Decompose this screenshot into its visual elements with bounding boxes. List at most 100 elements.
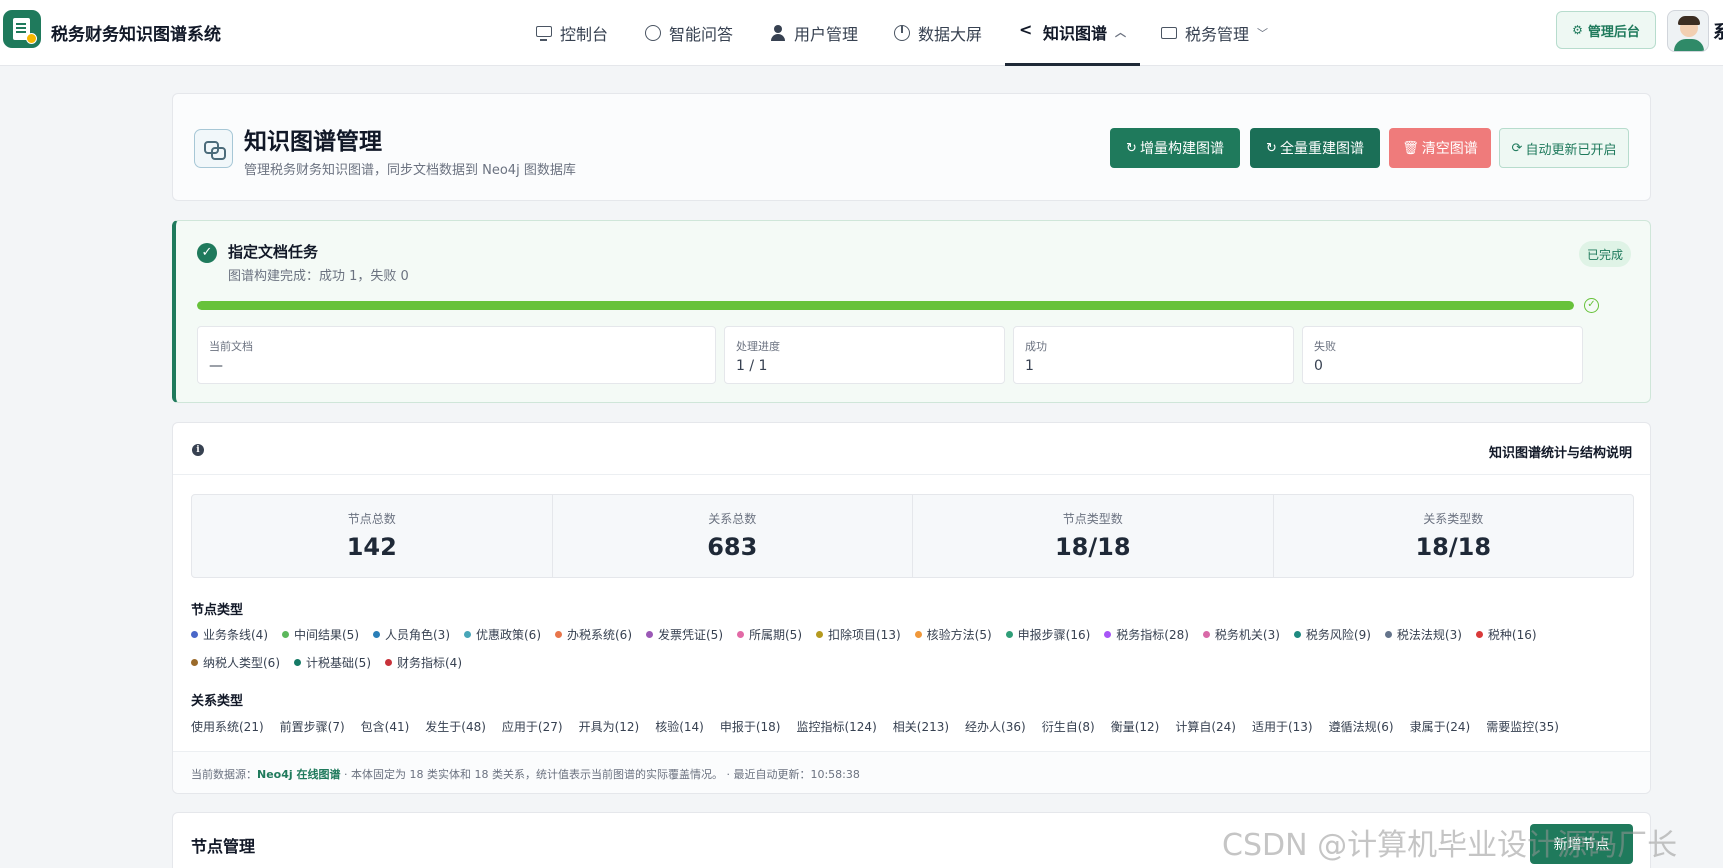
nav-item-label: 税务管理 bbox=[1185, 25, 1250, 44]
node-type-tag[interactable]: 中间结果(5) bbox=[282, 626, 359, 643]
node-type-tag[interactable]: 业务条线(4) bbox=[191, 626, 268, 643]
node-type-label: 纳税人类型(6) bbox=[203, 656, 280, 670]
data-source-name: Neo4j 在线图谱 bbox=[257, 768, 341, 781]
admin-console-button[interactable]: ⚙ 管理后台 bbox=[1556, 11, 1656, 49]
node-type-tag[interactable]: 所属期(5) bbox=[737, 626, 802, 643]
relation-type-tag[interactable]: 隶属于(24) bbox=[1410, 718, 1471, 735]
app-logo-icon[interactable] bbox=[3, 10, 41, 48]
watermark: CSDN @计算机毕业设计源码厂长 bbox=[1222, 828, 1678, 863]
nav-item-users[interactable]: 用户管理 bbox=[770, 0, 858, 66]
relation-type-tag[interactable]: 遵循法规(6) bbox=[1329, 718, 1394, 735]
relation-type-tag[interactable]: 开具为(12) bbox=[579, 718, 640, 735]
progress-bar-fill bbox=[197, 301, 1574, 310]
relation-type-tag[interactable]: 应用于(27) bbox=[502, 718, 563, 735]
nav-item-tax-management[interactable]: 税务管理 ﹀ bbox=[1161, 0, 1268, 66]
stats-title: 知识图谱统计与结构说明 bbox=[1488, 446, 1632, 461]
kpi-label: 关系总数 bbox=[708, 512, 757, 526]
monitor-icon bbox=[536, 25, 552, 41]
node-type-label: 扣除项目(13) bbox=[828, 628, 901, 642]
full-rebuild-label: 全量重建图谱 bbox=[1279, 141, 1364, 157]
legend-dot-icon bbox=[1293, 631, 1301, 638]
stat-label: 成功 bbox=[1025, 340, 1047, 353]
relation-type-tag[interactable]: 相关(213) bbox=[893, 718, 949, 735]
task-title: 指定文档任务 bbox=[228, 243, 319, 261]
admin-console-label: 管理后台 bbox=[1587, 24, 1640, 40]
node-type-tag[interactable]: 税务指标(28) bbox=[1104, 626, 1189, 643]
relation-type-tag[interactable]: 监控指标(124) bbox=[796, 718, 876, 735]
kpi-row: 节点总数 142 关系总数 683 节点类型数 18/18 关系类型数 18/1… bbox=[191, 494, 1634, 578]
share-icon bbox=[1019, 20, 1035, 40]
node-type-label: 办税系统(6) bbox=[567, 628, 632, 642]
node-type-tag[interactable]: 申报步骤(16) bbox=[1005, 626, 1091, 643]
user-name[interactable]: 系 bbox=[1713, 18, 1723, 44]
node-type-label: 核验方法(5) bbox=[926, 628, 992, 642]
progress-bar bbox=[197, 301, 1574, 310]
auto-update-toggle[interactable]: ⟳ 自动更新已开启 bbox=[1499, 128, 1629, 168]
relation-type-tag[interactable]: 申报于(18) bbox=[720, 718, 781, 735]
nav-item-bigscreen[interactable]: 数据大屏 bbox=[894, 0, 982, 66]
refresh-icon: ↻ bbox=[1266, 140, 1277, 156]
legend-dot-icon bbox=[1202, 631, 1210, 638]
relation-type-tag[interactable]: 前置步骤(7) bbox=[280, 718, 345, 735]
nav-item-dashboard[interactable]: 控制台 bbox=[536, 0, 608, 66]
relation-type-tag[interactable]: 经办人(36) bbox=[965, 718, 1026, 735]
relation-type-tag[interactable]: 包含(41) bbox=[361, 718, 410, 735]
node-type-tag[interactable]: 办税系统(6) bbox=[555, 626, 632, 643]
node-type-label: 税法法规(3) bbox=[1396, 628, 1462, 642]
data-source-note: 当前数据源：Neo4j 在线图谱 · 本体固定为 18 类实体和 18 类关系，… bbox=[191, 766, 860, 782]
chevron-down-icon: ﹀ bbox=[1257, 27, 1269, 40]
kpi-label: 节点类型数 bbox=[1062, 512, 1123, 526]
legend-dot-icon bbox=[191, 631, 198, 638]
relation-type-list: 使用系统(21) 前置步骤(7) 包含(41) 发生于(48) 应用于(27) 开具为(1… bbox=[191, 718, 1631, 735]
relation-type-tag[interactable]: 需要监控(35) bbox=[1486, 718, 1559, 735]
node-type-tag[interactable]: 税法法规(3) bbox=[1384, 626, 1462, 643]
stat-label: 当前文档 bbox=[209, 340, 253, 353]
relation-type-tag[interactable]: 计算自(24) bbox=[1175, 718, 1236, 735]
node-type-tag[interactable]: 税务风险(9) bbox=[1293, 626, 1371, 643]
kpi-relation-total: 关系总数 683 bbox=[553, 495, 913, 577]
gear-icon: ⚙ bbox=[1572, 23, 1583, 37]
relation-type-tag[interactable]: 使用系统(21) bbox=[191, 718, 264, 735]
node-type-list: 业务条线(4) 中间结果(5) 人员角色(3) 优惠政策(6) 办税系统(6) 发票凭证(… bbox=[191, 626, 1631, 671]
relation-type-tag[interactable]: 适用于(13) bbox=[1252, 718, 1313, 735]
node-type-label: 发票凭证(5) bbox=[658, 628, 723, 642]
auto-update-label: 自动更新已开启 bbox=[1525, 142, 1617, 158]
avatar[interactable] bbox=[1667, 10, 1709, 52]
incremental-build-button[interactable]: ↻ 增量构建图谱 bbox=[1110, 128, 1240, 168]
full-rebuild-button[interactable]: ↻ 全量重建图谱 bbox=[1250, 128, 1380, 168]
nav-item-qa[interactable]: 智能问答 bbox=[645, 0, 733, 66]
relation-type-tag[interactable]: 衡量(12) bbox=[1111, 718, 1160, 735]
node-type-tag[interactable]: 税务机关(3) bbox=[1202, 626, 1280, 643]
task-summary: 图谱构建完成：成功 1，失败 0 bbox=[228, 269, 409, 284]
clear-graph-button[interactable]: 🗑 清空图谱 bbox=[1389, 128, 1491, 168]
legend-dot-icon bbox=[191, 659, 198, 666]
nav-item-label: 控制台 bbox=[560, 25, 609, 44]
stat-value: 1 bbox=[1025, 358, 1034, 374]
nav-item-knowledge-graph[interactable]: 知识图谱 ︿ bbox=[1005, 0, 1141, 66]
node-type-label: 财务指标(4) bbox=[397, 656, 462, 670]
node-type-label: 税务机关(3) bbox=[1214, 628, 1280, 642]
legend-dot-icon bbox=[816, 631, 823, 638]
pie-chart-icon bbox=[894, 25, 910, 41]
relation-type-tag[interactable]: 核验(14) bbox=[655, 718, 704, 735]
relation-types-heading: 关系类型 bbox=[191, 694, 244, 709]
node-type-tag[interactable]: 扣除项目(13) bbox=[816, 626, 901, 643]
node-type-tag[interactable]: 计税基础(5) bbox=[294, 654, 371, 671]
kpi-value: 683 bbox=[707, 533, 758, 561]
node-type-tag[interactable]: 财务指标(4) bbox=[385, 654, 462, 671]
node-type-label: 申报步骤(16) bbox=[1017, 628, 1091, 642]
kpi-value: 142 bbox=[346, 533, 397, 561]
legend-dot-icon bbox=[1104, 631, 1112, 638]
node-type-tag[interactable]: 核验方法(5) bbox=[914, 626, 992, 643]
node-type-tag[interactable]: 优惠政策(6) bbox=[464, 626, 541, 643]
relation-type-tag[interactable]: 衍生自(8) bbox=[1042, 718, 1095, 735]
node-type-tag[interactable]: 税种(16) bbox=[1475, 626, 1537, 643]
legend-dot-icon bbox=[555, 631, 562, 638]
legend-dot-icon bbox=[385, 659, 392, 666]
node-type-tag[interactable]: 发票凭证(5) bbox=[646, 626, 723, 643]
node-type-tag[interactable]: 人员角色(3) bbox=[373, 626, 450, 643]
node-type-label: 业务条线(4) bbox=[203, 628, 268, 642]
node-type-tag[interactable]: 纳税人类型(6) bbox=[191, 654, 280, 671]
data-source-detail: · 本体固定为 18 类实体和 18 类关系，统计值表示当前图谱的实际覆盖情况。… bbox=[340, 768, 860, 781]
relation-type-tag[interactable]: 发生于(48) bbox=[425, 718, 486, 735]
